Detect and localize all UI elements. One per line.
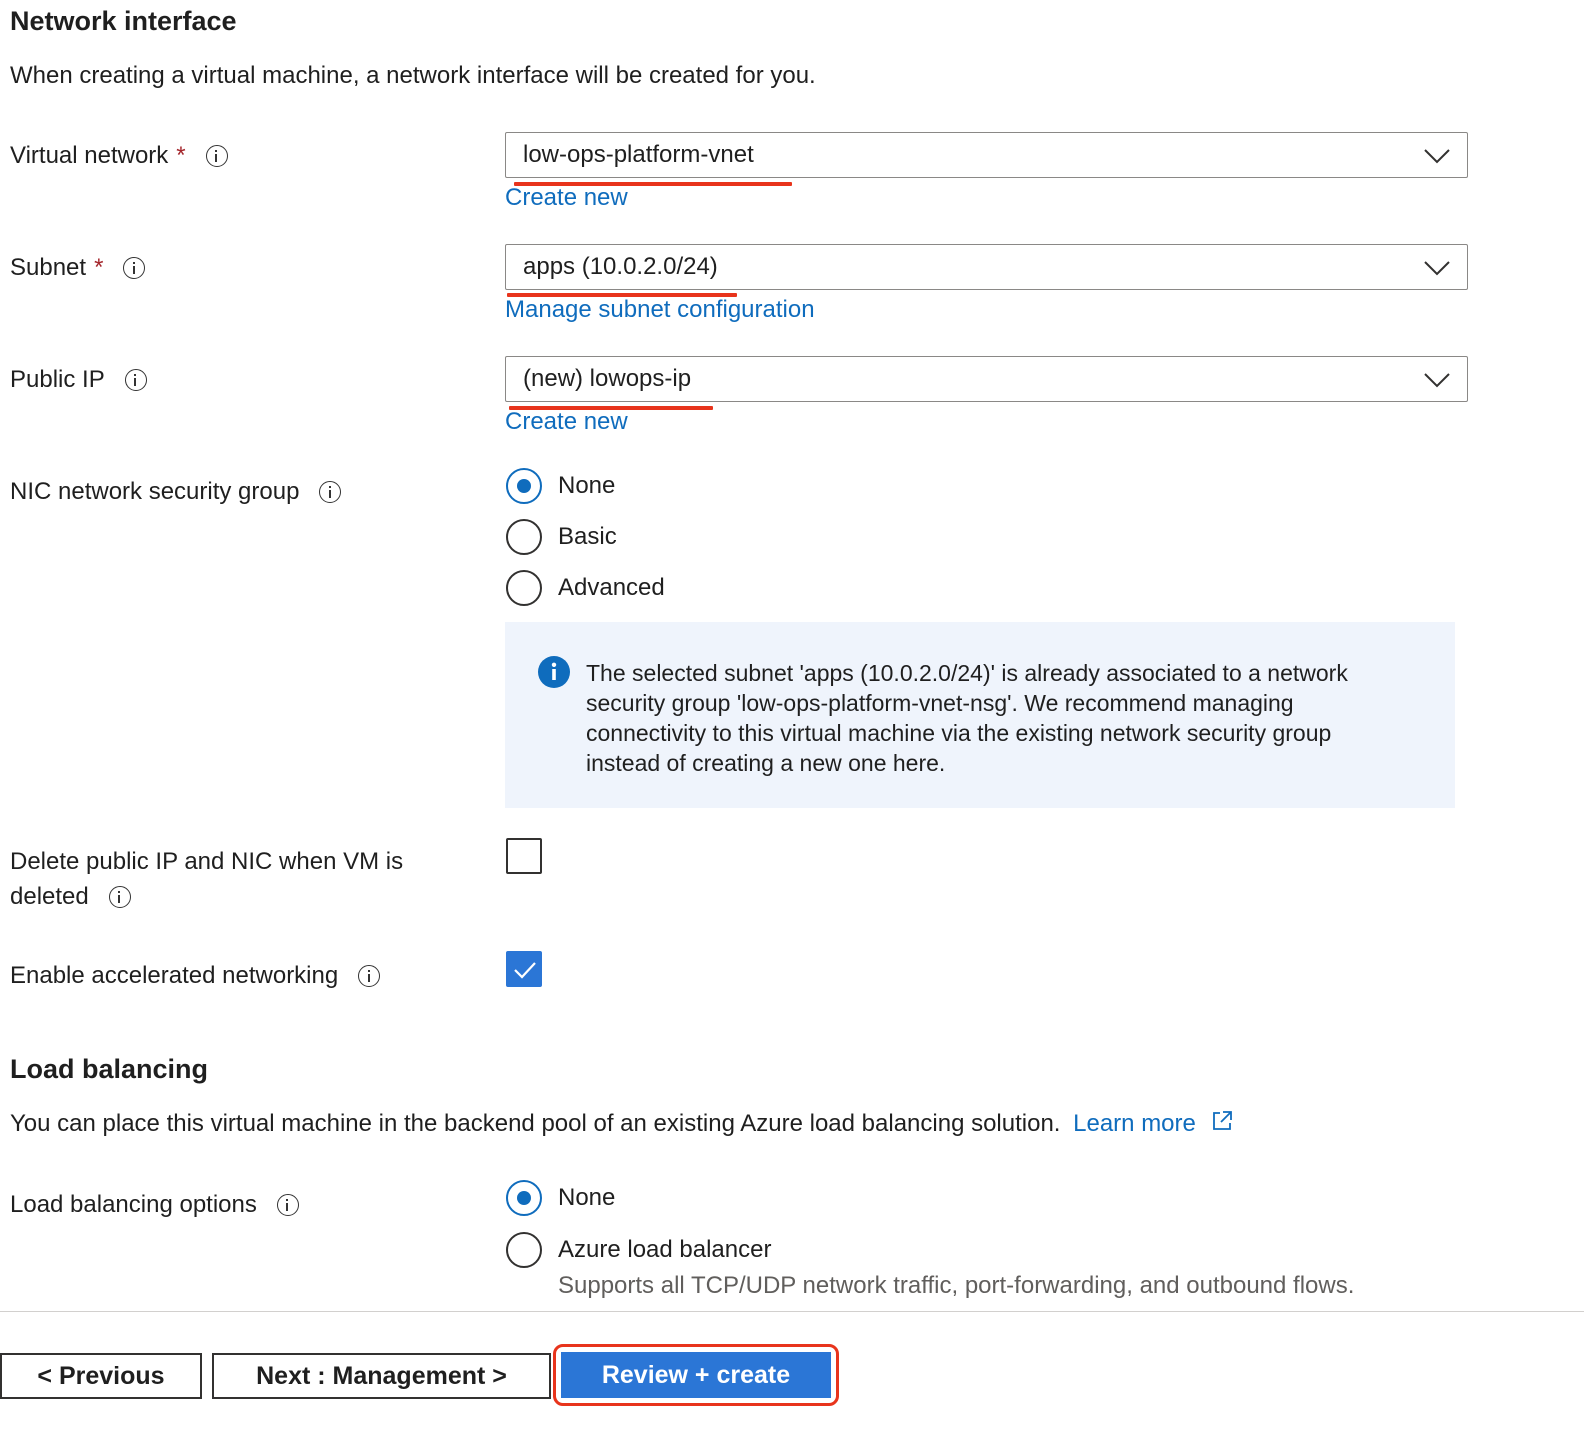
accelerated-networking-label: Enable accelerated networking [10,962,381,990]
load-balancing-description: You can place this virtual machine in th… [10,1110,1061,1137]
previous-button[interactable]: < Previous [0,1353,202,1399]
nic-nsg-label: NIC network security group [10,478,342,506]
delete-public-ip-label-line2: deleted [10,883,89,910]
public-ip-dropdown[interactable]: (new) lowops-ip [505,356,1468,402]
learn-more-link[interactable]: Learn more [1073,1110,1196,1137]
delete-public-ip-label-line1: Delete public IP and NIC when VM is [10,848,404,875]
load-balancing-description-row: You can place this virtual machine in th… [10,1110,1233,1138]
delete-public-ip-label: deleted [10,883,131,911]
manage-subnet-link[interactable]: Manage subnet configuration [505,296,815,324]
virtual-network-value: low-ops-platform-vnet [523,141,754,168]
info-icon[interactable] [205,145,228,167]
lb-azure-description: Supports all TCP/UDP network traffic, po… [558,1272,1355,1299]
external-link-icon[interactable] [1211,1110,1233,1132]
virtual-network-label-text: Virtual network [10,142,169,169]
footer-divider [0,1311,1584,1312]
virtual-network-label: Virtual network * [10,142,228,170]
required-marker: * [94,254,104,281]
create-new-public-ip-link[interactable]: Create new [505,408,628,436]
subnet-dropdown[interactable]: apps (10.0.2.0/24) [505,244,1468,290]
delete-public-ip-checkbox[interactable] [506,838,542,874]
info-icon[interactable] [108,886,131,908]
load-balancing-options-label: Load balancing options [10,1191,299,1219]
nsg-info-text: The selected subnet 'apps (10.0.2.0/24)'… [586,660,1348,776]
lb-azure-label[interactable]: Azure load balancer [558,1236,771,1264]
public-ip-label: Public IP [10,366,147,394]
highlight-outline [553,1344,839,1406]
info-icon[interactable] [276,1194,299,1216]
nsg-advanced-label[interactable]: Advanced [558,574,665,602]
create-new-vnet-link[interactable]: Create new [505,184,628,212]
required-marker: * [176,142,186,169]
network-interface-description: When creating a virtual machine, a netwo… [10,62,816,89]
info-filled-icon [538,656,570,688]
nsg-basic-label[interactable]: Basic [558,523,617,551]
virtual-network-dropdown[interactable]: low-ops-platform-vnet [505,132,1468,178]
nsg-advanced-radio[interactable] [506,570,542,606]
next-management-button[interactable]: Next : Management > [212,1353,551,1399]
subnet-value: apps (10.0.2.0/24) [523,253,718,280]
nsg-basic-radio[interactable] [506,519,542,555]
public-ip-label-text: Public IP [10,366,105,393]
info-icon[interactable] [124,369,147,391]
accelerated-networking-label-text: Enable accelerated networking [10,962,339,989]
nsg-none-radio[interactable] [506,468,542,504]
subnet-label-text: Subnet [10,254,87,281]
lb-none-radio[interactable] [506,1180,542,1216]
load-balancing-title: Load balancing [10,1054,209,1084]
chevron-down-icon [1424,149,1450,164]
checkmark-icon [514,962,536,979]
network-interface-title: Network interface [10,6,237,36]
lb-none-label[interactable]: None [558,1184,615,1212]
subnet-label: Subnet * [10,254,146,282]
public-ip-value: (new) lowops-ip [523,365,692,392]
nic-nsg-label-text: NIC network security group [10,478,300,505]
nsg-info-message: The selected subnet 'apps (10.0.2.0/24)'… [505,622,1455,808]
lb-azure-radio[interactable] [506,1232,542,1268]
load-balancing-options-label-text: Load balancing options [10,1191,257,1218]
chevron-down-icon [1424,261,1450,276]
accelerated-networking-checkbox[interactable] [506,951,542,987]
nsg-none-label[interactable]: None [558,472,615,500]
info-icon[interactable] [319,481,342,503]
info-icon[interactable] [358,965,381,987]
info-icon[interactable] [123,257,146,279]
chevron-down-icon [1424,373,1450,388]
